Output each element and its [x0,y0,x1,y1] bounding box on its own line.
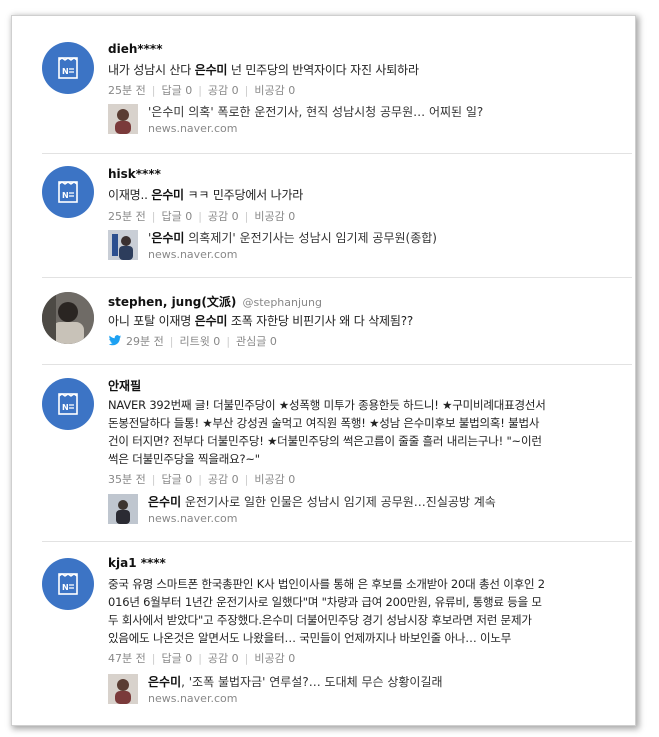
news-thumbnail [108,230,138,260]
comment-meta: 25분 전 | 답글 0 | 공감 0 | 비공감 0 [108,208,296,224]
svg-text:N: N [62,191,69,200]
comment-time: 35분 전 [108,473,146,486]
news-link-url: news.naver.com [148,512,238,525]
twitter-bird-icon [108,335,122,346]
comment-author[interactable]: 안재필 [108,377,141,394]
comment-author[interactable]: stephen, jung(文派) @stephanjung [108,293,322,310]
interest-button[interactable]: 관심글 0 [236,333,277,349]
comment-time: 25분 전 [108,210,146,223]
dislike-button[interactable]: 비공감 0 [254,82,295,98]
dislike-button[interactable]: 비공감 0 [254,208,295,224]
comment-text: 이재명.. 은수미 ㅋㅋ 민주당에서 나가라 [108,188,304,202]
news-link-title[interactable]: 은수미 운전기사로 일한 인물은 성남시 임기제 공무원…진실공방 계속 [148,493,496,510]
naver-news-icon: N [42,166,94,218]
reply-button[interactable]: 답글 0 [161,650,192,666]
comment-meta: 35분 전 | 답글 0 | 공감 0 | 비공감 0 [108,471,296,487]
comment-meta: 47분 전 | 답글 0 | 공감 0 | 비공감 0 [108,650,296,666]
news-thumbnail [108,104,138,134]
like-button[interactable]: 공감 0 [208,82,239,98]
comment-text: 내가 성남시 산다 은수미 넌 민주당의 반역자이다 자진 사퇴하라 [108,63,419,77]
comment-feed: N dieh**** 내가 성남시 산다 은수미 넌 민주당의 반역자이다 자진… [12,16,635,725]
like-button[interactable]: 공감 0 [208,471,239,487]
news-thumbnail [108,674,138,704]
naver-news-icon: N [42,558,94,610]
like-button[interactable]: 공감 0 [208,208,239,224]
comment-text: 중국 유명 스마트폰 한국총판인 K사 법인이사를 통해 은 후보를 소개받아 … [108,577,545,645]
news-link-title[interactable]: 은수미, '조폭 불법자금' 연루설?… 도대체 무슨 상황이길래 [148,673,443,690]
comment-meta: 25분 전 | 답글 0 | 공감 0 | 비공감 0 [108,82,296,98]
news-link-card[interactable]: 은수미, '조폭 불법자금' 연루설?… 도대체 무슨 상황이길래 news.n… [108,674,588,708]
naver-news-icon: N [42,378,94,430]
svg-text:N: N [62,403,69,412]
reply-button[interactable]: 답글 0 [161,471,192,487]
divider [42,277,632,278]
svg-text:N: N [62,67,69,76]
comment-author[interactable]: hisk**** [108,167,161,181]
like-button[interactable]: 공감 0 [208,650,239,666]
naver-news-icon: N [42,42,94,94]
divider [42,541,632,542]
dislike-button[interactable]: 비공감 0 [254,650,295,666]
news-link-title[interactable]: '은수미 의혹제기' 운전기사는 성남시 임기제 공무원(종합) [148,229,437,246]
comment-text: NAVER 392번째 글! 더불민주당이 ★성폭행 미투가 종용한듯 하드니!… [108,398,546,466]
news-link-card[interactable]: '은수미 의혹제기' 운전기사는 성남시 임기제 공무원(종합) news.na… [108,230,588,264]
news-link-card[interactable]: 은수미 운전기사로 일한 인물은 성남시 임기제 공무원…진실공방 계속 new… [108,494,588,528]
comment-author[interactable]: kja1 **** [108,556,166,570]
comment-time: 29분 전 [126,335,164,348]
news-link-title[interactable]: '은수미 의혹' 폭로한 운전기사, 현직 성남시청 공무원… 어찌된 일? [148,103,483,120]
divider [42,153,632,154]
svg-text:N: N [62,583,69,592]
news-link-url: news.naver.com [148,692,238,705]
reply-button[interactable]: 답글 0 [161,82,192,98]
user-avatar[interactable] [42,292,94,344]
reply-button[interactable]: 답글 0 [161,208,192,224]
comment-time: 47분 전 [108,652,146,665]
news-link-url: news.naver.com [148,122,238,135]
retweet-button[interactable]: 리트윗 0 [179,333,220,349]
news-link-url: news.naver.com [148,248,238,261]
twitter-handle[interactable]: @stephanjung [243,296,322,309]
comment-time: 25분 전 [108,84,146,97]
comment-meta: 29분 전 | 리트윗 0 | 관심글 0 [108,333,277,349]
comment-author[interactable]: dieh**** [108,42,163,56]
divider [42,364,632,365]
comment-text: 아니 포탈 이재명 은수미 조폭 자한당 비핀기사 왜 다 삭제됨?? [108,314,414,328]
dislike-button[interactable]: 비공감 0 [254,471,295,487]
news-link-card[interactable]: '은수미 의혹' 폭로한 운전기사, 현직 성남시청 공무원… 어찌된 일? n… [108,104,588,138]
news-thumbnail [108,494,138,524]
